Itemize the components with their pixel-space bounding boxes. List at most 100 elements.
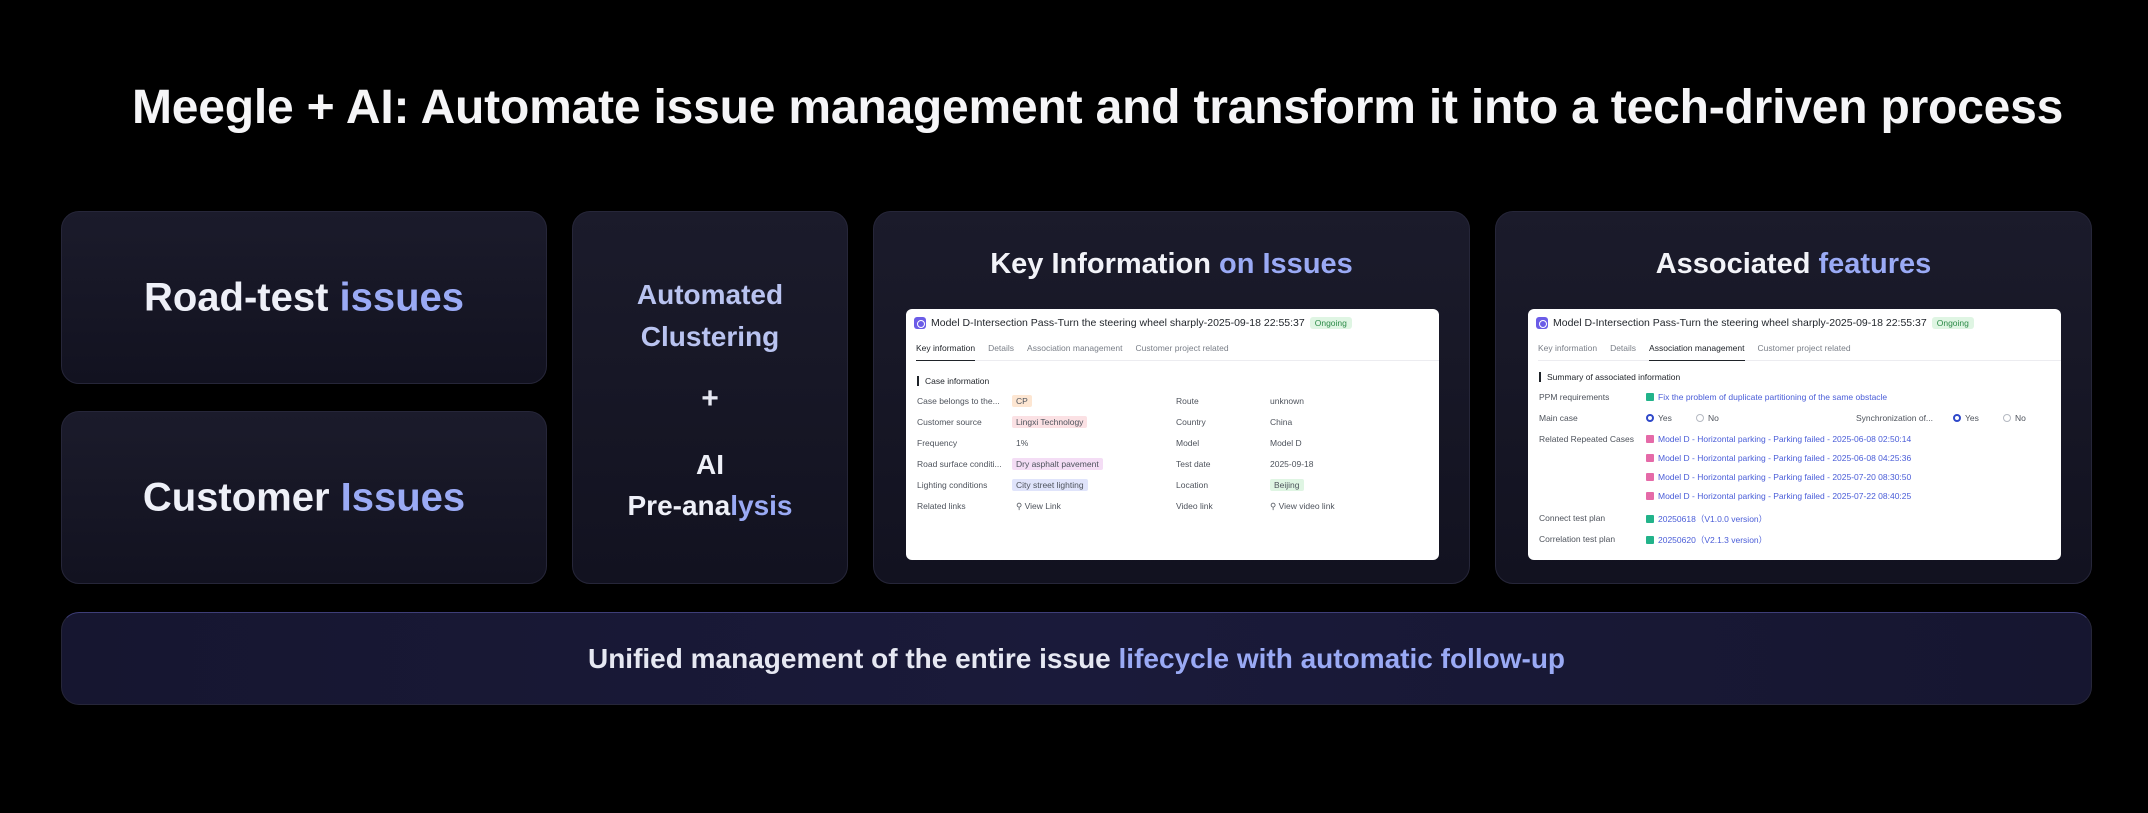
- requirement-icon: [1646, 393, 1654, 401]
- panel-header: Model D-Intersection Pass-Turn the steer…: [1536, 315, 2053, 331]
- field-label: Route: [1176, 396, 1199, 406]
- case-icon: [1646, 492, 1654, 500]
- tab-association-management[interactable]: Association management: [1027, 341, 1122, 360]
- clustering-analysis-card: Automated Clustering + AI Pre-analysis: [572, 211, 848, 584]
- customer-issues-card: Customer Issues: [61, 411, 547, 584]
- road-test-label-accent: issues: [339, 275, 465, 319]
- repeated-case-link[interactable]: Model D - Horizontal parking - Parking f…: [1646, 434, 1911, 444]
- sync-no-radio[interactable]: No: [2003, 413, 2026, 423]
- issue-title[interactable]: Model D-Intersection Pass-Turn the steer…: [931, 317, 1305, 329]
- pre-analysis-part1: Pre-ana: [627, 490, 731, 521]
- radio-label: No: [2015, 413, 2026, 423]
- field-label: Related links: [917, 501, 966, 511]
- lifecycle-banner: Unified management of the entire issue l…: [61, 612, 2092, 705]
- plus-sign: +: [701, 382, 719, 415]
- tab-key-information[interactable]: Key information: [916, 341, 976, 361]
- correlation-test-plan-label: Correlation test plan: [1539, 534, 1616, 544]
- customer-issues-label: Customer Issues: [62, 475, 546, 520]
- test-plan-icon: [1646, 536, 1654, 544]
- tab-key-information[interactable]: Key information: [1538, 341, 1597, 360]
- customer-label-text: Customer: [142, 475, 330, 519]
- field-label: Road surface conditi...: [917, 459, 1002, 469]
- field-value[interactable]: 2025-09-18: [1270, 459, 1313, 469]
- road-test-issues-card: Road-test issues: [61, 211, 547, 384]
- field-tag[interactable]: City street lighting: [1012, 479, 1088, 491]
- sync-yes-radio[interactable]: Yes: [1953, 413, 1979, 423]
- key-title-text: Key Information: [990, 248, 1211, 280]
- associated-features-title: Associated features: [1496, 248, 2091, 281]
- panel-tabs: Key information Details Association mana…: [1538, 341, 2061, 361]
- connect-test-plan-text: 20250618（V1.0.0 version）: [1658, 514, 1768, 524]
- lifecycle-banner-text: Unified management of the entire issue l…: [62, 643, 2091, 675]
- field-value[interactable]: China: [1270, 417, 1292, 427]
- radio-label: Yes: [1658, 413, 1672, 423]
- banner-accent: lifecycle with automatic follow-up: [1118, 642, 1566, 674]
- repeated-case-link[interactable]: Model D - Horizontal parking - Parking f…: [1646, 472, 1911, 482]
- correlation-test-plan-link[interactable]: 20250620（V2.1.3 version）: [1646, 534, 1767, 546]
- automated-text: Automated: [636, 279, 784, 310]
- associated-features-card: Associated features Model D-Intersection…: [1495, 211, 2092, 584]
- connect-test-plan-link[interactable]: 20250618（V1.0.0 version）: [1646, 513, 1767, 525]
- ai-pre-analysis-label: AI Pre-analysis: [573, 444, 847, 526]
- section-heading: Summary of associated information: [1539, 372, 1680, 382]
- ppm-requirement-link[interactable]: Fix the problem of duplicate partitionin…: [1646, 392, 1887, 402]
- tab-details[interactable]: Details: [988, 341, 1014, 360]
- field-label: Customer source: [917, 417, 982, 427]
- key-information-title: Key Information on Issues: [874, 248, 1469, 281]
- field-value[interactable]: 1%: [1016, 438, 1028, 448]
- field-value[interactable]: Model D: [1270, 438, 1302, 448]
- synchronization-label: Synchronization of...: [1856, 413, 1934, 423]
- case-icon: [1646, 435, 1654, 443]
- pre-analysis-part2: lysis: [730, 490, 793, 521]
- field-tag[interactable]: Beijing: [1270, 479, 1304, 491]
- field-label: Test date: [1176, 459, 1211, 469]
- radio-label: Yes: [1965, 413, 1979, 423]
- key-information-card: Key Information on Issues Model D-Inters…: [873, 211, 1470, 584]
- connect-test-plan-label: Connect test plan: [1539, 513, 1606, 523]
- assoc-title-accent: features: [1818, 248, 1932, 280]
- pre-analysis-text: Pre-analysis: [573, 485, 847, 526]
- tab-customer-project[interactable]: Customer project related: [1136, 341, 1229, 360]
- ai-text: AI: [696, 449, 724, 480]
- page-headline: Meegle + AI: Automate issue management a…: [132, 81, 2064, 134]
- main-case-no-radio[interactable]: No: [1696, 413, 1719, 423]
- tab-association-management[interactable]: Association management: [1649, 341, 1745, 361]
- assoc-title-text: Associated: [1655, 248, 1811, 280]
- field-label: Case belongs to the...: [917, 396, 1000, 406]
- field-tag[interactable]: Dry asphalt pavement: [1012, 458, 1103, 470]
- link-icon: ⚲: [1016, 501, 1023, 511]
- field-label: Model: [1176, 438, 1200, 448]
- view-link-text: View Link: [1024, 501, 1061, 511]
- tab-customer-project[interactable]: Customer project related: [1758, 341, 1851, 360]
- issue-type-icon: [1536, 317, 1548, 329]
- main-case-label: Main case: [1539, 413, 1578, 423]
- status-badge[interactable]: Ongoing: [1931, 317, 1974, 329]
- field-value[interactable]: unknown: [1270, 396, 1304, 406]
- field-tag[interactable]: CP: [1012, 395, 1032, 407]
- field-tag[interactable]: Lingxi Technology: [1012, 416, 1088, 428]
- field-label: Video link: [1176, 501, 1213, 511]
- section-heading: Case information: [917, 376, 989, 386]
- issue-title[interactable]: Model D-Intersection Pass-Turn the steer…: [1553, 317, 1927, 329]
- view-link[interactable]: ⚲ View Link: [1016, 501, 1061, 512]
- road-test-issues-label: Road-test issues: [62, 275, 546, 320]
- view-video-link[interactable]: ⚲ View video link: [1270, 501, 1335, 512]
- tab-details[interactable]: Details: [1610, 341, 1636, 360]
- link-icon: ⚲: [1270, 501, 1277, 511]
- associated-features-panel: Model D-Intersection Pass-Turn the steer…: [1528, 309, 2061, 560]
- test-plan-icon: [1646, 515, 1654, 523]
- banner-text: Unified management of the entire issue: [587, 642, 1111, 674]
- ppm-requirements-label: PPM requirements: [1539, 392, 1610, 402]
- customer-label-accent: Issues: [340, 475, 466, 519]
- status-badge[interactable]: Ongoing: [1309, 317, 1352, 329]
- repeated-case-link[interactable]: Model D - Horizontal parking - Parking f…: [1646, 491, 1911, 501]
- field-label: Frequency: [917, 438, 958, 448]
- repeated-case-link[interactable]: Model D - Horizontal parking - Parking f…: [1646, 453, 1911, 463]
- issue-type-icon: [914, 317, 926, 329]
- ppm-requirement-text: Fix the problem of duplicate partitionin…: [1658, 392, 1888, 402]
- key-title-accent: on Issues: [1219, 248, 1353, 280]
- main-case-yes-radio[interactable]: Yes: [1646, 413, 1672, 423]
- field-label: Location: [1176, 480, 1209, 490]
- radio-label: No: [1708, 413, 1719, 423]
- field-label: Lighting conditions: [917, 480, 988, 490]
